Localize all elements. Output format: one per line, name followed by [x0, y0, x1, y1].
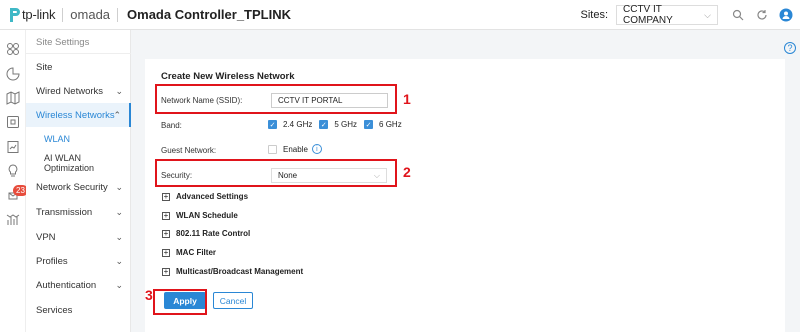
insight-icon[interactable] — [6, 164, 20, 178]
expand-icon: + — [162, 266, 170, 276]
sidebar-item-label: WLAN — [44, 134, 71, 144]
site-select[interactable]: CCTV IT COMPANY ⌵ — [616, 4, 718, 26]
section-label: MAC Filter — [176, 248, 216, 257]
sidebar-item-ai-wlan-optimization[interactable]: AI WLAN Optimization — [26, 151, 131, 175]
sidebar-item-label: Transmission — [36, 206, 93, 218]
annotation-number-1: 1 — [403, 91, 411, 107]
annotation-number-3: 3 — [145, 287, 153, 303]
chevron-down-icon: ⌵ — [704, 9, 711, 20]
sidebar-item-label: Site — [36, 61, 53, 73]
sidebar-item-wireless-networks[interactable]: Wireless Networks ⌃ — [26, 103, 131, 127]
expand-icon: + — [162, 247, 170, 257]
section-label: 802.11 Rate Control — [176, 229, 251, 238]
section-label: Advanced Settings — [176, 192, 249, 201]
expand-icon: + — [162, 210, 170, 220]
section-label: WLAN Schedule — [176, 211, 238, 220]
sidebar-item-site[interactable]: Site — [26, 55, 131, 79]
guest-enable-checkbox[interactable] — [268, 144, 277, 154]
chevron-down-icon: ⌄ — [115, 85, 123, 96]
sidebar-item-label: VPN — [36, 231, 56, 243]
highlight-security — [155, 159, 397, 187]
chevron-down-icon: ⌄ — [115, 231, 123, 242]
advanced-settings-toggle[interactable]: + Advanced Settings — [162, 192, 248, 201]
tp-link-logo-icon — [10, 7, 20, 22]
page-title: Create New Wireless Network — [161, 71, 295, 82]
sidebar-item-label: Authentication — [36, 279, 97, 291]
sidebar-item-label: Profiles — [36, 255, 68, 267]
band-label: Band: — [161, 121, 182, 130]
highlight-apply — [153, 289, 207, 315]
mac-filter-toggle[interactable]: + MAC Filter — [162, 248, 216, 257]
guest-network-label: Guest Network: — [161, 146, 217, 155]
band-24-label: 2.4 GHz — [283, 120, 313, 129]
sidebar-item-authentication[interactable]: Authentication ⌄ — [26, 273, 131, 297]
sidebar-item-wired-networks[interactable]: Wired Networks ⌄ — [26, 79, 131, 103]
chevron-down-icon: ⌄ — [115, 255, 123, 266]
reports-icon[interactable] — [6, 213, 20, 227]
user-icon[interactable] — [776, 5, 796, 25]
dashboard-icon[interactable] — [6, 42, 20, 56]
controller-name: Omada Controller_TPLINK — [127, 7, 291, 22]
rate-control-toggle[interactable]: +802.11 Rate Control — [162, 229, 250, 238]
icon-rail: 23 — [0, 30, 28, 332]
chevron-down-icon: ⌄ — [115, 206, 123, 217]
sidebar-item-site-settings: Site Settings — [26, 30, 131, 54]
chevron-down-icon: ⌄ — [115, 279, 123, 290]
wlan-schedule-toggle[interactable]: + WLAN Schedule — [162, 211, 238, 220]
section-label: Multicast/Broadcast Management — [176, 267, 304, 276]
expand-icon: + — [162, 191, 170, 201]
multicast-broadcast-toggle[interactable]: + Multicast/Broadcast Management — [162, 267, 303, 276]
band-options: ✓ 2.4 GHz ✓ 5 GHz ✓ 6 GHz — [268, 120, 409, 129]
band-24-checkbox[interactable]: ✓ — [268, 120, 277, 129]
sidebar-item-wlan[interactable]: WLAN — [26, 127, 131, 151]
help-icon[interactable]: ? — [784, 42, 796, 54]
devices-icon[interactable] — [6, 115, 20, 129]
search-icon[interactable] — [728, 5, 748, 25]
brand-divider — [62, 7, 64, 22]
sidebar-item-label: Wireless Networks — [36, 109, 115, 121]
sidebar-item-label: Wired Networks — [36, 85, 104, 97]
map-icon[interactable] — [6, 91, 20, 105]
site-switcher: Sites: CCTV IT COMPANY ⌵ — [580, 0, 800, 30]
sidebar-item-label: Network Security — [36, 181, 108, 193]
brand-tplink: tp-link — [22, 7, 56, 22]
site-select-value: CCTV IT COMPANY — [623, 4, 673, 26]
settings-sidebar: Site Settings Site Wired Networks ⌄ Wirel… — [26, 30, 131, 332]
cancel-button[interactable]: Cancel — [213, 292, 253, 309]
sidebar-item-label: Services — [36, 304, 73, 316]
band-6-label: 6 GHz — [379, 120, 402, 129]
stats-icon[interactable] — [6, 67, 20, 81]
logs-icon[interactable] — [6, 140, 20, 154]
top-bar: tp-link omada Omada Controller_TPLINK Si… — [0, 0, 800, 30]
guest-enable-label: Enable — [283, 144, 308, 154]
sidebar-item-label: AI WLAN Optimization — [44, 153, 95, 173]
info-icon[interactable]: i — [311, 144, 322, 154]
band-5-checkbox[interactable]: ✓ — [319, 120, 329, 129]
brand: tp-link omada Omada Controller_TPLINK — [0, 0, 291, 30]
brand-divider-2 — [117, 7, 119, 22]
refresh-icon[interactable] — [752, 5, 772, 25]
sidebar-item-label: Site Settings — [36, 36, 90, 48]
sidebar-item-transmission[interactable]: Transmission ⌄ — [26, 200, 131, 224]
band-6-checkbox[interactable]: ✓ — [364, 120, 374, 129]
guest-network-option: Enable i — [268, 144, 322, 154]
sidebar-divider — [26, 53, 131, 54]
sidebar-item-profiles[interactable]: Profiles ⌄ — [26, 249, 131, 273]
sidebar-item-vpn[interactable]: VPN ⌄ — [26, 225, 131, 249]
sidebar-item-services[interactable]: Services — [26, 298, 131, 322]
expand-icon: + — [162, 228, 170, 238]
brand-omada: omada — [70, 7, 111, 22]
highlight-ssid — [155, 84, 397, 114]
annotation-number-2: 2 — [403, 164, 411, 180]
band-5-label: 5 GHz — [334, 120, 358, 129]
chevron-up-icon: ⌃ — [113, 109, 121, 120]
chevron-down-icon: ⌄ — [115, 181, 123, 192]
sites-label: Sites: — [580, 9, 608, 21]
sidebar-item-network-security[interactable]: Network Security ⌄ — [26, 175, 131, 199]
